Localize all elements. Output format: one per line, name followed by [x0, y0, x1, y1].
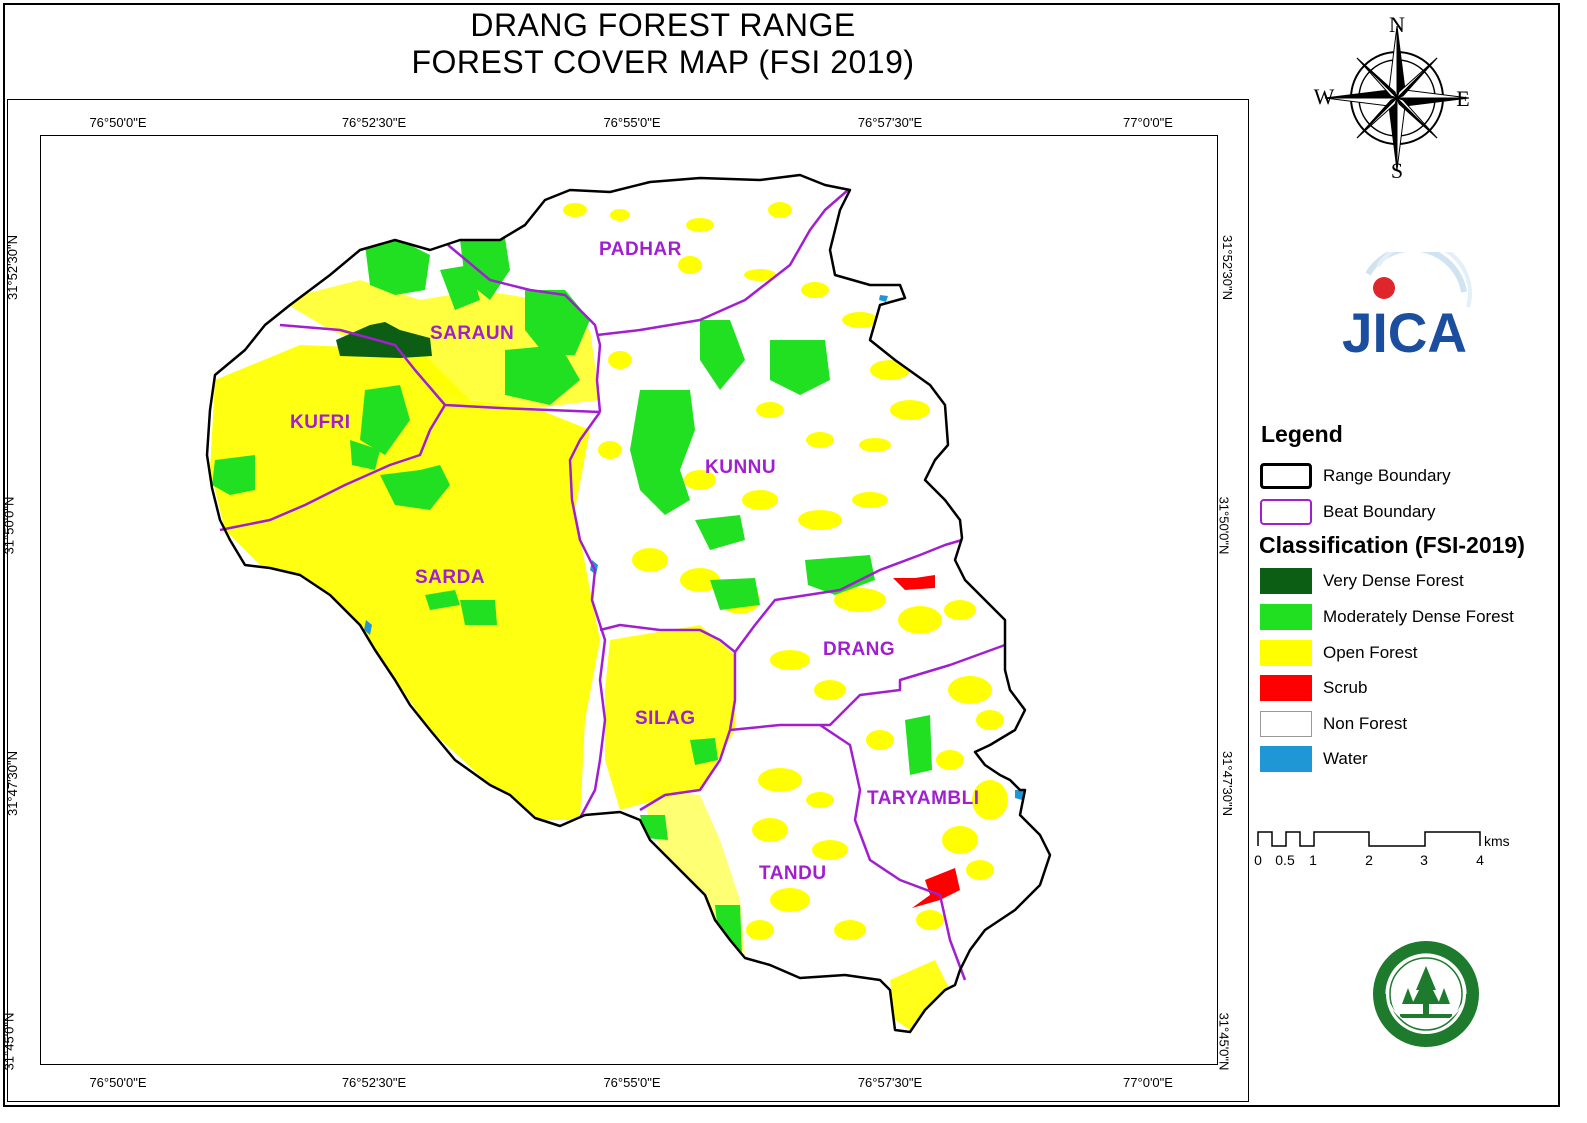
longitude-label-bottom: 77°0'0"E	[1123, 1075, 1173, 1090]
legend-label: Beat Boundary	[1323, 502, 1436, 521]
scale-unit: kms	[1484, 833, 1510, 849]
legend-swatch	[1260, 499, 1312, 525]
scale-label: 0	[1254, 852, 1262, 868]
legend-label: Scrub	[1323, 678, 1368, 697]
latitude-label-right: 31°52'30"N	[1220, 234, 1236, 301]
latitude-label-right: 31°50'0"N	[1216, 496, 1232, 555]
scale-bar	[1257, 831, 1481, 847]
beat-label-saraun: SARAUN	[430, 323, 515, 344]
beat-label-sarda: SARDA	[415, 567, 486, 588]
legend-item-moderately-dense-forest: Moderately Dense Forest	[1260, 604, 1560, 632]
scale-label: 1	[1309, 852, 1317, 868]
legend-swatch	[1260, 463, 1312, 489]
legend-swatch	[1260, 568, 1312, 594]
beat-label-tandu: TANDU	[759, 863, 827, 884]
latitude-label-left: 31°45'0"N	[1, 1012, 17, 1071]
latitude-label-right: 31°47'30"N	[1220, 750, 1236, 817]
longitude-label-top: 76°55'0"E	[603, 115, 661, 130]
latitude-label-left: 31°50'0"N	[1, 496, 17, 555]
compass-west-label: W	[1314, 84, 1335, 109]
scale-label: 4	[1476, 852, 1484, 868]
beat-label-drang: DRANG	[823, 639, 896, 660]
longitude-label-top: 76°52'30"E	[341, 115, 407, 130]
legend-label: Very Dense Forest	[1323, 571, 1464, 590]
longitude-label-top: 76°50'0"E	[89, 115, 147, 130]
scale-label: 0.5	[1275, 852, 1295, 868]
legend-label: Water	[1323, 749, 1368, 768]
latitude-label-left: 31°52'30"N	[5, 234, 21, 301]
beat-label-silag: SILAG	[635, 708, 696, 729]
longitude-label-top: 77°0'0"E	[1123, 115, 1173, 130]
jica-logo: JICA	[1342, 252, 1472, 362]
legend-item-scrub: Scrub	[1260, 675, 1560, 703]
legend-label: Range Boundary	[1323, 466, 1451, 485]
legend-label: Moderately Dense Forest	[1323, 607, 1514, 626]
map-neatline	[40, 135, 1218, 1065]
legend-item-range-boundary: Range Boundary	[1260, 463, 1560, 491]
legend-swatch	[1260, 604, 1312, 630]
legend-label: Non Forest	[1323, 714, 1408, 733]
beat-label-kunnu: KUNNU	[705, 457, 777, 478]
classification-title: Classification (FSI-2019)	[1259, 532, 1525, 558]
legend-item-non-forest: Non Forest	[1260, 711, 1560, 739]
legend-swatch	[1260, 640, 1312, 666]
latitude-label-left: 31°47'30"N	[5, 750, 21, 817]
legend-swatch	[1260, 711, 1312, 737]
compass-south-label: S	[1391, 158, 1403, 183]
longitude-label-bottom: 76°50'0"E	[89, 1075, 147, 1090]
legend-swatch	[1260, 746, 1312, 772]
longitude-label-bottom: 76°52'30"E	[341, 1075, 407, 1090]
beat-label-kufri: KUFRI	[290, 412, 351, 433]
longitude-label-bottom: 76°55'0"E	[603, 1075, 661, 1090]
scale-label: 2	[1365, 852, 1373, 868]
forest-department-seal-logo	[1373, 941, 1479, 1047]
legend-title: Legend	[1261, 421, 1343, 447]
jica-logo-text: JICA	[1342, 301, 1467, 362]
beat-label-taryambli: TARYAMBLI	[867, 788, 980, 809]
scale-label: 3	[1420, 852, 1428, 868]
legend-label: Open Forest	[1323, 643, 1418, 662]
legend-item-very-dense-forest: Very Dense Forest	[1260, 568, 1560, 596]
north-arrow-compass-icon: N S E W	[1314, 12, 1470, 183]
legend-item-open-forest: Open Forest	[1260, 640, 1560, 668]
longitude-label-bottom: 76°57'30"E	[857, 1075, 923, 1090]
legend-item-water: Water	[1260, 746, 1560, 774]
compass-east-label: E	[1456, 86, 1469, 111]
legend-swatch	[1260, 675, 1312, 701]
longitude-label-top: 76°57'30"E	[857, 115, 923, 130]
legend-item-beat-boundary: Beat Boundary	[1260, 499, 1560, 527]
compass-north-label: N	[1389, 12, 1405, 37]
latitude-label-right: 31°45'0"N	[1216, 1012, 1232, 1071]
beat-label-padhar: PADHAR	[599, 239, 682, 260]
